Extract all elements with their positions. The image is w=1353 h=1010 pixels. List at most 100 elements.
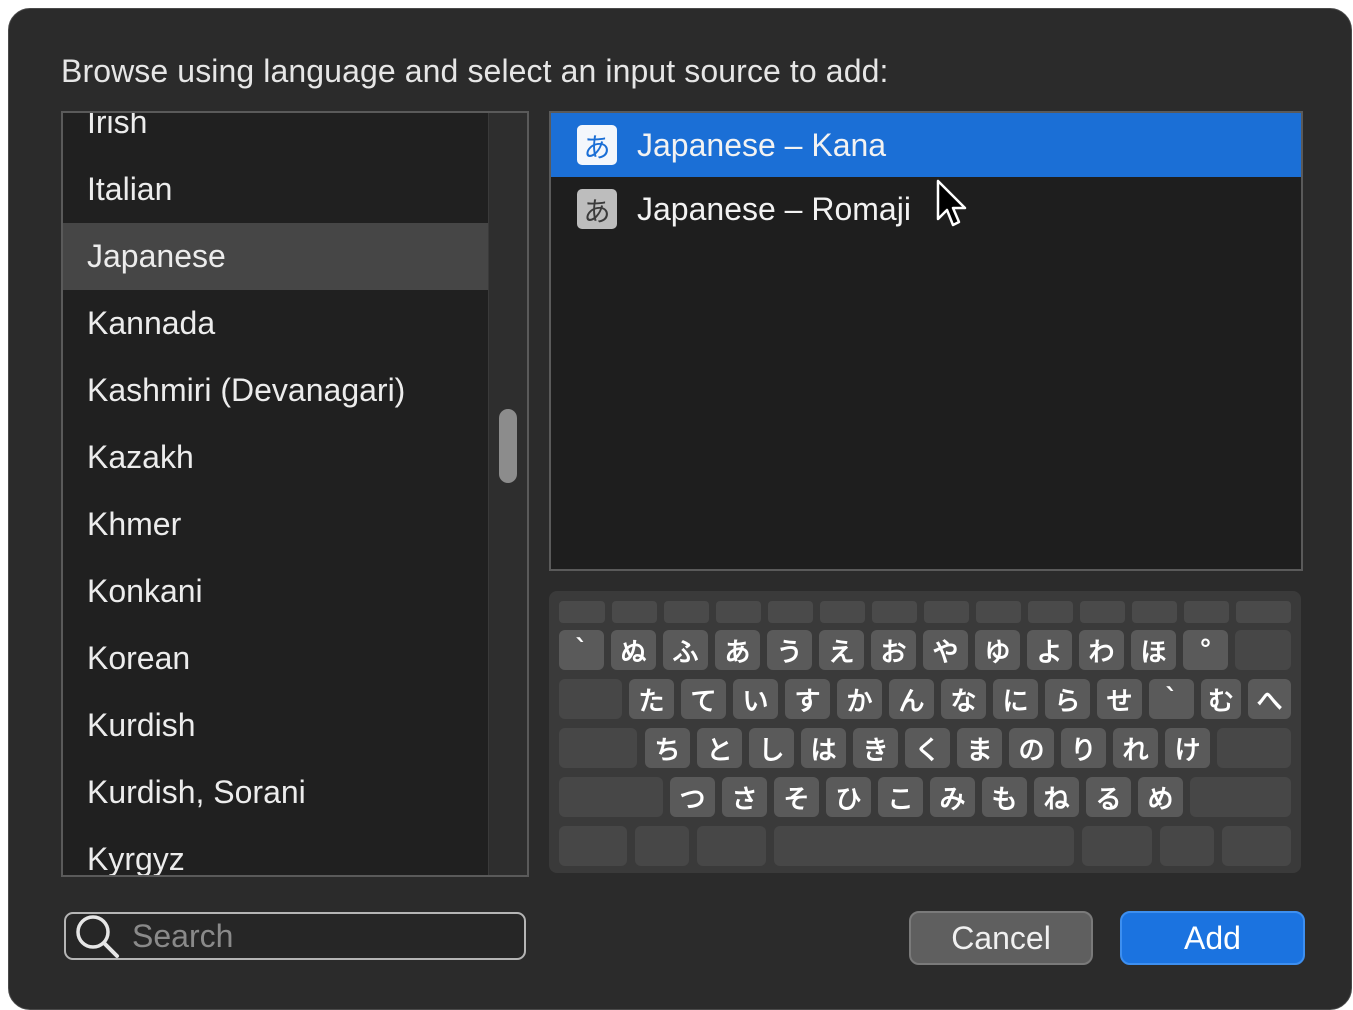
keyboard-key: か <box>837 679 882 719</box>
input-source-label: Japanese – Romaji <box>637 190 911 227</box>
keyboard-key: と <box>697 728 742 768</box>
input-source-label: Japanese – Kana <box>637 126 887 163</box>
keyboard-key <box>716 601 761 623</box>
language-item-kurdish[interactable]: Kurdish <box>63 692 491 759</box>
keyboard-key: め <box>1138 777 1183 817</box>
keyboard-key: ぬ <box>611 630 656 670</box>
keyboard-key: さ <box>722 777 767 817</box>
keyboard-key <box>612 601 657 623</box>
search-input[interactable] <box>132 917 512 955</box>
language-item-kyrgyz[interactable]: Kyrgyz <box>63 826 491 875</box>
keyboard-key: ゆ <box>975 630 1020 670</box>
keyboard-key: よ <box>1027 630 1072 670</box>
mouse-pointer-icon <box>936 179 967 227</box>
language-item-kannada[interactable]: Kannada <box>63 290 491 357</box>
keyboard-key: る <box>1086 777 1131 817</box>
keyboard-key: や <box>923 630 968 670</box>
keyboard-key: は <box>801 728 846 768</box>
keyboard-key: ね <box>1034 777 1079 817</box>
keyboard-key <box>664 601 709 623</box>
cancel-button[interactable]: Cancel <box>909 911 1093 965</box>
keyboard-key: て <box>681 679 726 719</box>
language-item-kazakh[interactable]: Kazakh <box>63 424 491 491</box>
dialog-prompt: Browse using language and select an inpu… <box>61 53 889 89</box>
keyboard-key: わ <box>1079 630 1124 670</box>
search-field[interactable] <box>64 912 526 960</box>
keyboard-key: ` <box>559 630 604 670</box>
input-source-japanese-romaji[interactable]: あ Japanese – Romaji <box>551 177 1301 241</box>
language-list-scrollbar[interactable] <box>488 113 527 875</box>
keyboard-key: そ <box>774 777 819 817</box>
keyboard-key: に <box>993 679 1038 719</box>
add-input-source-dialog: Browse using language and select an inpu… <box>8 8 1352 1010</box>
keyboard-key: た <box>629 679 674 719</box>
keyboard-key <box>697 826 766 866</box>
keyboard-key <box>1184 601 1229 623</box>
input-source-japanese-kana[interactable]: あ Japanese – Kana <box>551 113 1301 177</box>
language-item-italian[interactable]: Italian <box>63 156 491 223</box>
keyboard-key: り <box>1061 728 1106 768</box>
language-item-kashmiri-devanagari[interactable]: Kashmiri (Devanagari) <box>63 357 491 424</box>
keyboard-key: む <box>1201 679 1241 719</box>
add-button[interactable]: Add <box>1120 911 1305 965</box>
keyboard-key <box>1028 601 1073 623</box>
keyboard-key: ほ <box>1131 630 1176 670</box>
keyboard-key: お <box>871 630 916 670</box>
keyboard-key: う <box>767 630 812 670</box>
keyboard-key: ` <box>1149 679 1194 719</box>
keyboard-key <box>768 601 813 623</box>
keyboard-key <box>1082 826 1152 866</box>
keyboard-spacebar <box>774 826 1074 866</box>
keyboard-key <box>559 728 637 768</box>
keyboard-key: く <box>905 728 950 768</box>
keyboard-key <box>1235 630 1291 670</box>
keyboard-key <box>559 601 605 623</box>
keyboard-key: き <box>853 728 898 768</box>
keyboard-key: ら <box>1045 679 1090 719</box>
language-item-japanese[interactable]: Japanese <box>63 223 491 290</box>
hiragana-a-icon: あ <box>577 125 617 165</box>
keyboard-key: へ <box>1248 679 1291 719</box>
keyboard-key <box>976 601 1021 623</box>
keyboard-key <box>872 601 917 623</box>
keyboard-preview: ` ぬ ふ あ う え お や ゆ よ わ ほ ° た て い す か ん な … <box>549 591 1301 873</box>
keyboard-key: ひ <box>826 777 871 817</box>
keyboard-key: す <box>785 679 830 719</box>
keyboard-key <box>635 826 689 866</box>
keyboard-key: け <box>1165 728 1210 768</box>
keyboard-key: ま <box>957 728 1002 768</box>
keyboard-key: い <box>733 679 778 719</box>
keyboard-key: な <box>941 679 986 719</box>
keyboard-key <box>559 826 627 866</box>
keyboard-key: み <box>930 777 975 817</box>
keyboard-key: も <box>982 777 1027 817</box>
keyboard-key <box>924 601 969 623</box>
keyboard-key: ん <box>889 679 934 719</box>
language-list[interactable]: Irish Italian Japanese Kannada Kashmiri … <box>61 111 529 877</box>
keyboard-key <box>559 679 622 719</box>
keyboard-key <box>1222 826 1291 866</box>
language-item-khmer[interactable]: Khmer <box>63 491 491 558</box>
keyboard-key: れ <box>1113 728 1158 768</box>
keyboard-key <box>1160 826 1214 866</box>
keyboard-key <box>820 601 865 623</box>
keyboard-key: つ <box>670 777 715 817</box>
keyboard-key <box>1080 601 1125 623</box>
input-source-list[interactable]: あ Japanese – Kana あ Japanese – Romaji <box>549 111 1303 571</box>
keyboard-key: ° <box>1183 630 1228 670</box>
keyboard-key: し <box>749 728 794 768</box>
keyboard-key: あ <box>715 630 760 670</box>
keyboard-key <box>1236 601 1291 623</box>
keyboard-key: の <box>1009 728 1054 768</box>
search-icon <box>74 913 122 959</box>
keyboard-key <box>1217 728 1291 768</box>
keyboard-key: せ <box>1097 679 1142 719</box>
language-item-konkani[interactable]: Konkani <box>63 558 491 625</box>
language-item-korean[interactable]: Korean <box>63 625 491 692</box>
keyboard-key: ふ <box>663 630 708 670</box>
keyboard-key <box>1132 601 1177 623</box>
language-item-kurdish-sorani[interactable]: Kurdish, Sorani <box>63 759 491 826</box>
keyboard-key: こ <box>878 777 923 817</box>
language-item-irish[interactable]: Irish <box>63 113 491 156</box>
scrollbar-thumb[interactable] <box>499 409 517 483</box>
